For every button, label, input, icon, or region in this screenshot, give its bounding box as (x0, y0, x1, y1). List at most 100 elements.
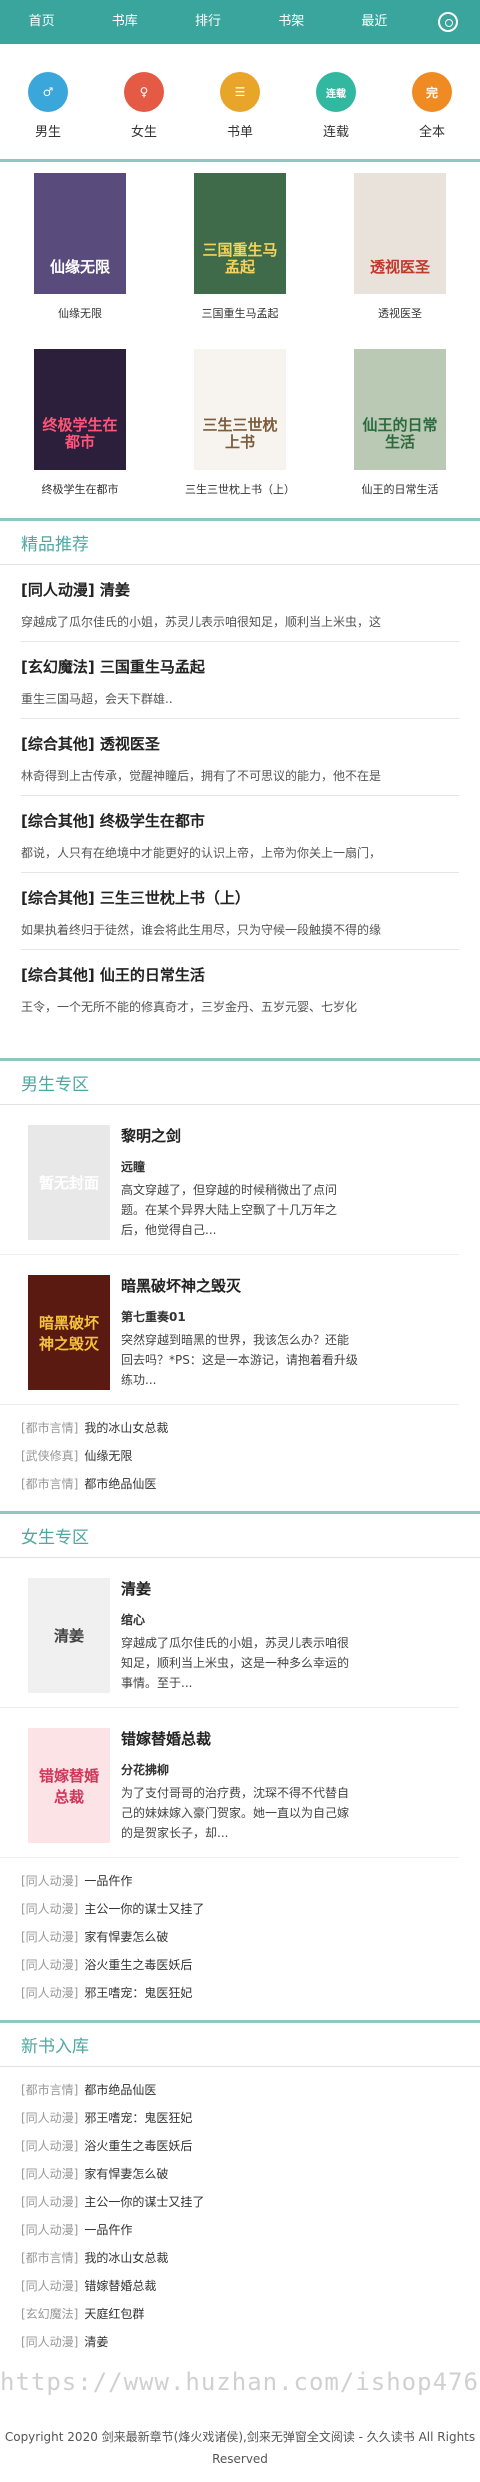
book-title[interactable]: 终极学生在都市 (42, 481, 119, 497)
list-item[interactable]: [玄幻魔法] 天庭红包群 (0, 2299, 480, 2327)
featured-cover[interactable]: 暂无封面 (28, 1125, 110, 1240)
recommend-title[interactable]: [综合其他] 终极学生在都市 (21, 810, 459, 831)
book-cover[interactable]: 终极学生在都市 (34, 348, 126, 470)
book-title[interactable]: 仙王的日常生活 (362, 481, 439, 497)
book-name-link[interactable]: 家有悍妻怎么破 (84, 2165, 168, 2182)
recommend-title[interactable]: [综合其他] 透视医圣 (21, 733, 459, 754)
list-item[interactable]: [同人动漫] 一品仵作 (0, 1866, 480, 1894)
list-item[interactable]: [同人动漫] 浴火重生之毒医妖后 (0, 1950, 480, 1978)
featured-book[interactable]: 清姜 清姜 绾心 穿越成了瓜尔佳氏的小姐，苏灵儿表示咱很知足，顺利当上米虫，这是一种多… (0, 1558, 459, 1708)
list-item[interactable]: [同人动漫] 邪王嗜宠：鬼医狂妃 (0, 1978, 480, 2006)
featured-desc: 穿越成了瓜尔佳氏的小姐，苏灵儿表示咱很知足，顺利当上米虫，这是一种多么幸运的事情… (121, 1636, 350, 1690)
list-item[interactable]: [都市言情] 都市绝品仙医 (0, 2075, 480, 2103)
list-item[interactable]: [同人动漫] 主公一你的谋士又挂了 (0, 2187, 480, 2215)
book-name-link[interactable]: 主公一你的谋士又挂了 (84, 1900, 204, 1917)
book-name-link[interactable]: 邪王嗜宠：鬼医狂妃 (84, 1984, 192, 2001)
list-item[interactable]: [都市言情] 都市绝品仙医 (0, 1469, 480, 1497)
book-cover[interactable]: 仙王的日常生活 (354, 348, 446, 470)
featured-cover-text: 暂无封面 (38, 1174, 99, 1192)
recommend-title[interactable]: [综合其他] 仙王的日常生活 (21, 964, 459, 985)
nav-bookshelf[interactable]: 书架 (250, 0, 333, 44)
book-cover[interactable]: 三国重生马孟起 (194, 173, 286, 294)
recommend-desc: 林奇得到上古传承，觉醒神瞳后，拥有了不可思议的能力，他不在是 (21, 769, 382, 783)
list-item[interactable]: [武侠修真] 仙缘无限 (0, 1441, 480, 1469)
featured-book[interactable]: 暗黑破坏神之毁灭 暗黑破坏神之毁灭 第七重奏01 突然穿越到暗黑的世界，我该怎么办？还… (0, 1255, 459, 1405)
book-name-link[interactable]: 我的冰山女总裁 (84, 1419, 168, 1436)
cover-title: 仙王的日常生活 (362, 416, 438, 452)
recommend-item[interactable]: [综合其他] 终极学生在都市 都说，人只有在绝境中才能更好的认识上帝，上帝为你关上… (21, 796, 459, 873)
book-name-link[interactable]: 天庭红包群 (84, 2305, 144, 2322)
female-book-list: [同人动漫] 一品仵作 [同人动漫] 主公一你的谋士又挂了 [同人动漫] 家有悍妻怎么破[… (0, 1858, 480, 2006)
book-card[interactable]: 三生三世枕上书三生三世枕上书（上） (160, 348, 320, 513)
book-title[interactable]: 三国重生马孟起 (202, 305, 279, 321)
featured-cover-text: 暗黑破坏神之毁灭 (38, 1313, 99, 1353)
list-item[interactable]: [同人动漫] 家有悍妻怎么破 (0, 2159, 480, 2187)
recommend-item[interactable]: [同人动漫] 清姜 穿越成了瓜尔佳氏的小姐，苏灵儿表示咱很知足，顺利当上米虫，这 (21, 565, 459, 642)
list-item[interactable]: [同人动漫] 浴火重生之毒医妖后 (0, 2131, 480, 2159)
recommend-item[interactable]: [综合其他] 仙王的日常生活 王令，一个无所不能的修真奇才，三岁金丹、五岁元婴、七… (21, 950, 459, 1027)
featured-cover[interactable]: 清姜 (28, 1578, 110, 1693)
category-serial[interactable]: 连载 连载 (288, 72, 384, 159)
book-name-link[interactable]: 家有悍妻怎么破 (84, 1928, 168, 1945)
category-female[interactable]: ♀ 女生 (96, 72, 192, 159)
book-cover[interactable]: 三生三世枕上书 (194, 348, 286, 470)
featured-book[interactable]: 暂无封面 黎明之剑 远瞳 高文穿越了，但穿越的时候稍微出了点问题。在某个异界大陆上空飘… (0, 1105, 459, 1255)
book-name-link[interactable]: 邪王嗜宠：鬼医狂妃 (84, 2109, 192, 2126)
recommend-title[interactable]: [综合其他] 三生三世枕上书（上） (21, 887, 459, 908)
list-item[interactable]: [同人动漫] 清姜 (0, 2327, 480, 2355)
book-name-link[interactable]: 一品仵作 (84, 2221, 132, 2238)
nav-ranking[interactable]: 排行 (166, 0, 249, 44)
category-booklist[interactable]: ☰ 书单 (192, 72, 288, 159)
book-card[interactable]: 三国重生马孟起 三国重生马孟起 (160, 173, 320, 337)
featured-title[interactable]: 暗黑破坏神之毁灭 (121, 1275, 360, 1296)
book-name-link[interactable]: 一品仵作 (84, 1872, 132, 1889)
recommend-item[interactable]: [综合其他] 透视医圣林奇得到上古传承，觉醒神瞳后，拥有了不可思议的能力，他不在… (21, 719, 459, 796)
featured-cover[interactable]: 错嫁替婚总裁 (28, 1728, 110, 1843)
category-complete[interactable]: 完全本 (384, 72, 480, 159)
featured-cover[interactable]: 暗黑破坏神之毁灭 (28, 1275, 110, 1390)
recommend-title[interactable]: [玄幻魔法] 三国重生马孟起 (21, 656, 459, 677)
book-name-link[interactable]: 浴火重生之毒医妖后 (84, 1956, 192, 1973)
list-item[interactable]: [同人动漫] 邪王嗜宠：鬼医狂妃 (0, 2103, 480, 2131)
book-name-link[interactable]: 我的冰山女总裁 (84, 2249, 168, 2266)
section-title-newbooks: 新书入库 (0, 2023, 480, 2067)
category-male[interactable]: ♂ 男生 (0, 72, 96, 159)
book-card[interactable]: 透视医圣 透视医圣 (320, 173, 480, 337)
recommend-desc: 重生三国马超，会天下群雄.. (21, 692, 173, 706)
book-card[interactable]: 仙王的日常生活 仙王的日常生活 (320, 348, 480, 513)
search-button[interactable] (416, 12, 480, 32)
recommend-title[interactable]: [同人动漫] 清姜 (21, 579, 459, 600)
list-item[interactable]: [同人动漫] 错嫁替婚总裁 (0, 2271, 480, 2299)
list-item[interactable]: [都市言情] 我的冰山女总裁 (0, 2243, 480, 2271)
list-item[interactable]: [同人动漫] 一品仵作 (0, 2215, 480, 2243)
featured-title[interactable]: 清姜 (121, 1578, 360, 1599)
list-item[interactable]: [都市言情] 我的冰山女总裁 (0, 1413, 480, 1441)
book-title[interactable]: 仙缘无限 (58, 305, 102, 321)
genre-tag: [都市言情] (21, 1420, 79, 1435)
cover-title: 三国重生马孟起 (202, 240, 278, 276)
featured-title[interactable]: 错嫁替婚总裁 (121, 1728, 360, 1749)
featured-title[interactable]: 黎明之剑 (121, 1125, 360, 1146)
nav-library[interactable]: 书库 (83, 0, 166, 44)
recommend-item[interactable]: [综合其他] 三生三世枕上书（上） 如果执着终归于徒然，谁会将此生用尽，只为守候一… (21, 873, 459, 950)
recommend-item[interactable]: [玄幻魔法] 三国重生马孟起重生三国马超，会天下群雄.. (21, 642, 459, 719)
book-card[interactable]: 仙缘无限 仙缘无限 (0, 173, 160, 337)
book-title[interactable]: 透视医圣 (378, 305, 422, 321)
book-name-link[interactable]: 浴火重生之毒医妖后 (84, 2137, 192, 2154)
top-navigation: 首页 书库 排行 书架 最近 (0, 0, 480, 44)
featured-book[interactable]: 错嫁替婚总裁 错嫁替婚总裁 分花拂柳 为了支付哥哥的治疗费，沈琛不得不代替自己的妹妹嫁… (0, 1708, 459, 1858)
list-item[interactable]: [同人动漫] 家有悍妻怎么破 (0, 1922, 480, 1950)
book-name-link[interactable]: 都市绝品仙医 (84, 1475, 156, 1492)
book-cover[interactable]: 仙缘无限 (34, 173, 126, 294)
book-name-link[interactable]: 清姜 (84, 2333, 108, 2350)
book-cover[interactable]: 透视医圣 (354, 173, 446, 294)
nav-home[interactable]: 首页 (0, 0, 83, 44)
list-item[interactable]: [同人动漫] 主公一你的谋士又挂了 (0, 1894, 480, 1922)
book-name-link[interactable]: 仙缘无限 (84, 1447, 132, 1464)
nav-recent[interactable]: 最近 (333, 0, 416, 44)
book-card[interactable]: 终极学生在都市 终极学生在都市 (0, 348, 160, 513)
book-name-link[interactable]: 都市绝品仙医 (84, 2081, 156, 2098)
book-title[interactable]: 三生三世枕上书（上） (185, 481, 295, 497)
book-name-link[interactable]: 错嫁替婚总裁 (84, 2277, 156, 2294)
book-name-link[interactable]: 主公一你的谋士又挂了 (84, 2193, 204, 2210)
